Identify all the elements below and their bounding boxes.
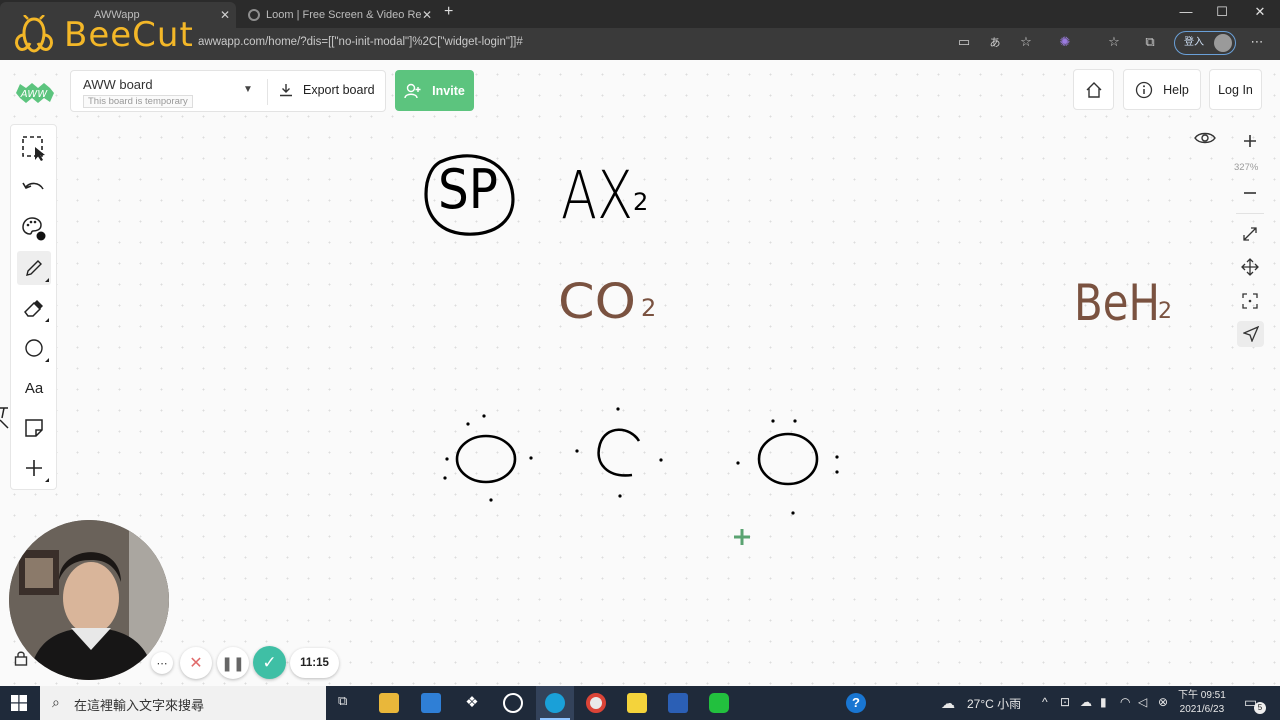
co-label: CO	[558, 274, 636, 330]
volume-icon[interactable]: ◁	[1138, 695, 1147, 709]
mail-icon[interactable]	[421, 693, 441, 713]
oxygen-right-stroke	[757, 432, 819, 486]
search-icon: ⌕	[52, 694, 60, 710]
battery-icon[interactable]: ▮	[1100, 695, 1107, 709]
file-explorer-icon[interactable]	[379, 693, 399, 713]
sp-label: SP	[438, 158, 498, 221]
taskbar-clock[interactable]: 下午 09:51 2021/6/23	[1178, 689, 1226, 717]
cursor-crosshair	[734, 529, 750, 545]
windows-start-icon[interactable]	[11, 695, 27, 716]
recorder-more-button[interactable]: ⋯	[151, 652, 173, 674]
chevron-up-icon[interactable]: ^	[1042, 695, 1048, 709]
chrome-icon[interactable]	[586, 693, 606, 713]
check-icon: ✓	[262, 652, 277, 672]
edge-taskbar-slot[interactable]	[536, 686, 574, 720]
taskbar-search[interactable]: ⌕ 在這裡輸入文字來搜尋	[40, 686, 326, 720]
windows-taskbar: ⌕ 在這裡輸入文字來搜尋 ⧉ ❖ ? ☁ 27°C 小雨 ^ ⊡ ☁ ▮ ◠ ◁…	[0, 686, 1280, 720]
dropbox-icon[interactable]: ❖	[462, 693, 482, 713]
oxygen-left-stroke	[455, 434, 517, 484]
close-icon: ✕	[189, 655, 203, 672]
more-icon: ⋯	[156, 657, 168, 670]
notification-count: 5	[1254, 702, 1266, 714]
lock-icon[interactable]	[14, 650, 28, 669]
presenter-video	[9, 520, 169, 680]
help-app-icon[interactable]: ?	[846, 693, 866, 713]
search-input[interactable]: 在這裡輸入文字來搜尋	[74, 695, 204, 714]
beh-subscript: 2	[1158, 299, 1172, 324]
clock-time: 下午 09:51	[1178, 690, 1226, 701]
timer-text: 11:15	[300, 657, 329, 669]
drawing-layer: SP AX 2 CO 2 BeH 2	[424, 154, 1172, 545]
recorder-cancel-button[interactable]: ✕	[180, 647, 212, 679]
webcam-bubble[interactable]	[9, 520, 169, 680]
close-circle-icon[interactable]: ⊗	[1158, 695, 1168, 709]
ax-label: AX	[561, 157, 633, 234]
cloud-rain-icon: ☁	[941, 695, 955, 711]
recorder-pause-button[interactable]: ❚❚	[217, 647, 249, 679]
task-view-icon[interactable]: ⧉	[338, 693, 358, 713]
line-icon[interactable]	[709, 693, 729, 713]
beh-label: BeH	[1074, 274, 1160, 332]
recorder-timer: 11:15	[290, 648, 339, 678]
co-subscript: 2	[641, 294, 656, 322]
carbon-stroke	[597, 428, 641, 477]
edge-icon	[545, 693, 565, 713]
github-icon[interactable]	[503, 693, 523, 713]
meet-icon[interactable]: ⊡	[1060, 695, 1070, 709]
ax-subscript: 2	[633, 188, 648, 216]
wifi-icon[interactable]: ◠	[1120, 695, 1130, 709]
cloud-off-icon[interactable]: ☁	[1080, 695, 1092, 709]
word-icon[interactable]	[668, 693, 688, 713]
weather-text[interactable]: 27°C 小雨	[967, 695, 1021, 712]
notification-button[interactable]: ▭ 5	[1244, 694, 1266, 714]
pause-icon: ❚❚	[221, 654, 245, 671]
recorder-finish-button[interactable]: ✓	[253, 646, 286, 679]
clock-date: 2021/6/23	[1179, 704, 1225, 715]
sticky-notes-icon[interactable]	[627, 693, 647, 713]
